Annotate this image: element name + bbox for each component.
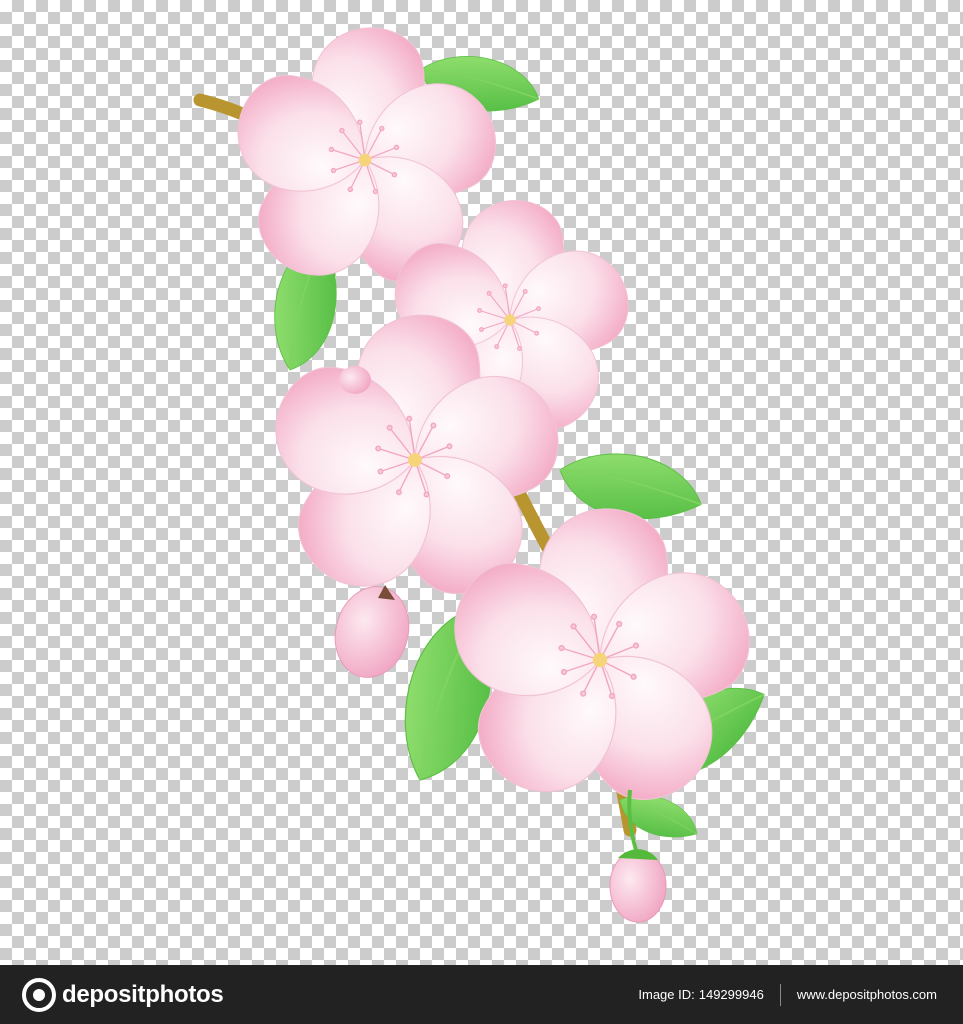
- image-canvas: [0, 0, 963, 965]
- brand-name: depositphotos: [62, 980, 224, 1008]
- footer-info: Image ID: 149299946 www.depositphotos.co…: [638, 983, 937, 1006]
- bud-left: [334, 585, 410, 678]
- cherry-blossom-illustration: [193, 0, 782, 923]
- watermark-footer: depositphotos Image ID: 149299946 www.de…: [0, 965, 963, 1024]
- image-id-value: 149299946: [698, 987, 764, 1002]
- bud-top-small: [339, 366, 371, 394]
- site-url[interactable]: www.depositphotos.com: [797, 987, 937, 1002]
- image-id-label: Image ID:: [638, 987, 695, 1002]
- depositphotos-logo-icon: [22, 977, 56, 1012]
- footer-divider: [779, 983, 781, 1006]
- depositphotos-logo[interactable]: depositphotos: [22, 977, 224, 1012]
